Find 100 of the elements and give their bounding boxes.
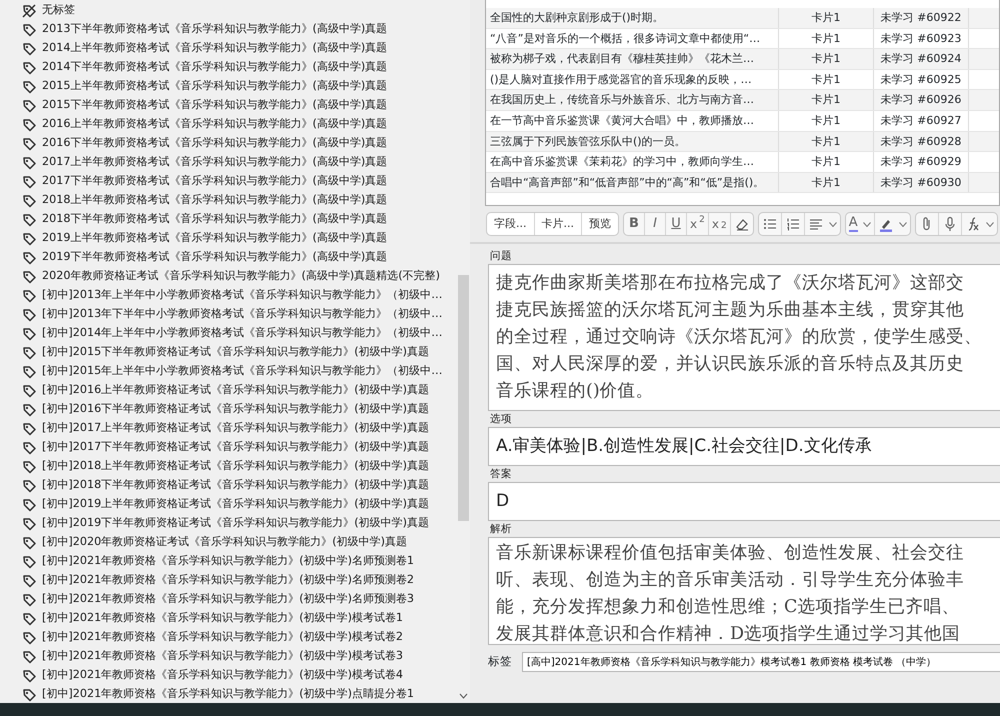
tag-item[interactable]: [初中]2019下半年教师资格证考试《音乐学科知识与教学能力》(初级中学)真题 (22, 514, 456, 533)
tag-icon (22, 668, 36, 682)
tag-item[interactable]: [初中]2018上半年教师资格证考试《音乐学科知识与教学能力》(初级中学)真题 (22, 457, 456, 476)
field-editor[interactable]: 音乐新课标课程价值包括审美体验、创造性发展、社会交往 听、表现、创造为主的音乐审美活动．引导学生充分体验丰 能，充分发挥想象力和创造性思维；C选项指学生已齐唱、 发展其群体意识和合作精神．D选项指学生通过学习其他国 (488, 537, 1000, 645)
scrollbar-thumb[interactable] (458, 275, 469, 521)
tag-item[interactable]: 2019下半年教师资格考试《音乐学科知识与教学能力》(高级中学)真题 (22, 248, 456, 267)
tag-item[interactable]: [初中]2021年教师资格《音乐学科知识与教学能力》(初级中学)模考试卷1 (22, 609, 456, 628)
tag-item[interactable]: [初中]2013年上半年中小学教师资格考试《音乐学科知识与教学能力》（初级中… (22, 286, 456, 305)
tag-icon (22, 536, 36, 550)
toolbar-button[interactable]: 字段... (487, 213, 534, 235)
tag-item[interactable]: 2015上半年教师资格考试《音乐学科知识与教学能力》(高级中学)真题 (22, 77, 456, 96)
toolbar-button[interactable]: U (666, 213, 687, 235)
tag-item[interactable]: [初中]2021年教师资格《音乐学科知识与教学能力》(初级中学)点睛提分卷1 (22, 685, 456, 704)
toolbar-button[interactable]: x$^{2}$ (687, 213, 709, 235)
tag-item[interactable]: 2014下半年教师资格考试《音乐学科知识与教学能力》(高级中学)真题 (22, 58, 456, 77)
status-cell: 未学习 #60922 (874, 8, 969, 28)
field-editor[interactable]: D (488, 482, 1000, 521)
card-type-cell: 卡片1 (779, 90, 874, 110)
tag-item[interactable]: [初中]2013年下半年中小学教师资格考试《音乐学科知识与教学能力》（初级中… (22, 305, 456, 324)
status-cell: 未学习 #60930 (874, 172, 969, 192)
card-type-cell: 卡片1 (779, 152, 874, 172)
card-type-cell: 卡片1 (779, 28, 874, 48)
toolbar-button[interactable]: A (846, 213, 875, 235)
tag-item[interactable]: [初中]2014年上半年中小学教师资格考试《音乐学科知识与教学能力》（初级中… (22, 324, 456, 343)
field-label: 问题 (490, 250, 513, 262)
tag-icon (22, 98, 36, 112)
tag-item[interactable]: 2016下半年教师资格考试《音乐学科知识与教学能力》(高级中学)真题 (22, 134, 456, 153)
bulleted-list-icon (762, 216, 778, 232)
field-text-line: 发展其群体意识和合作精神．D选项指学生通过学习其他国 (496, 623, 962, 644)
card-type-cell: 卡片1 (779, 49, 874, 69)
tag-item[interactable]: [初中]2021年教师资格《音乐学科知识与教学能力》(初级中学)模考试卷2 (22, 628, 456, 647)
tag-item[interactable]: [初中]2021年教师资格《音乐学科知识与教学能力》(初级中学)模考试卷4 (22, 666, 456, 685)
tag-icon (22, 592, 36, 606)
tag-item[interactable]: [初中]2017下半年教师资格证考试《音乐学科知识与教学能力》(初级中学)真题 (22, 438, 456, 457)
card-type-cell: 卡片1 (779, 132, 874, 152)
toolbar-button[interactable]: 卡片... (534, 213, 582, 235)
tags-field[interactable]: [高中]2021年教师资格《音乐学科知识与教学能力》模考试卷1 教师资格 模考试卷 （中学） (522, 652, 1000, 672)
tag-item[interactable]: 2020年教师资格证考试《音乐学科知识与教学能力》(高级中学)真题精选(不完整) (22, 267, 456, 286)
tag-icon (22, 118, 36, 132)
card-type-cell: 卡片1 (779, 8, 874, 28)
tag-icon (22, 156, 36, 170)
question-cell: 在一节高中音乐鉴赏课《黄河大合唱》中，教师播放… (486, 110, 779, 131)
tag-icon (22, 554, 36, 568)
tag-item[interactable]: 2018下半年教师资格考试《音乐学科知识与教学能力》(高级中学)真题 (22, 210, 456, 229)
tag-item[interactable]: 2019上半年教师资格考试《音乐学科知识与教学能力》(高级中学)真题 (22, 229, 456, 248)
field-editor[interactable]: A.审美体验|B.创造性发展|C.社会交往|D.文化传承 (488, 427, 1000, 466)
tag-icon (22, 440, 36, 454)
tag-icon (22, 232, 36, 246)
tag-item[interactable]: [初中]2015年上半年中小学教师资格考试《音乐学科知识与教学能力》（初级中… (22, 362, 456, 381)
field-text-line: 捷克作曲家斯美塔那在布拉格完成了《沃尔塔瓦河》这部交 (496, 272, 965, 295)
tag-icon (22, 136, 36, 150)
tag-item[interactable]: [初中]2020年教师资格证考试《音乐学科知识与教学能力》(初级中学)真题 (22, 533, 456, 552)
field-editor[interactable]: 捷克作曲家斯美塔那在布拉格完成了《沃尔塔瓦河》这部交 捷克民族摇篮的沃尔塔瓦河主题为乐曲基本主线，贯穿其他 的全过程，通过交响诗《沃尔塔瓦河》的欣赏，使学生感受、 国、对人民深厚的爱，并认识民族乐派的音乐特点及其历史 音乐课程的()价值。 (488, 264, 1000, 411)
question-cell: ()是人脑对直接作用于感觉器官的音乐现象的反映，… (486, 70, 779, 90)
field-text-line: D (496, 490, 510, 513)
tag-item[interactable]: [初中]2018下半年教师资格证考试《音乐学科知识与教学能力》(初级中学)真题 (22, 476, 456, 495)
tag-item[interactable]: 2017上半年教师资格考试《音乐学科知识与教学能力》(高级中学)真题 (22, 153, 456, 172)
status-cell: 未学习 #60923 (874, 28, 969, 48)
tag-item[interactable]: [初中]2019上半年教师资格证考试《音乐学科知识与教学能力》(初级中学)真题 (22, 495, 456, 514)
tag-icon (22, 498, 36, 512)
tag-item[interactable]: [初中]2021年教师资格《音乐学科知识与教学能力》(初级中学)名师预测卷3 (22, 590, 456, 609)
tag-icon (22, 326, 36, 340)
card-type-cell: 卡片1 (779, 70, 874, 90)
status-cell: 未学习 #60925 (874, 70, 969, 90)
tag-item[interactable]: [初中]2016上半年教师资格证考试《音乐学科知识与教学能力》(初级中学)真题 (22, 381, 456, 400)
tag-item[interactable]: [初中]2021年教师资格《音乐学科知识与教学能力》(初级中学)模考试卷3 (22, 647, 456, 666)
tag-item[interactable]: [初中]2016下半年教师资格证考试《音乐学科知识与教学能力》(初级中学)真题 (22, 400, 456, 419)
tag-item[interactable]: 2017下半年教师资格考试《音乐学科知识与教学能力》(高级中学)真题 (22, 172, 456, 191)
tag-item[interactable]: 2018上半年教师资格考试《音乐学科知识与教学能力》(高级中学)真题 (22, 191, 456, 210)
tag-item[interactable]: 2014上半年教师资格考试《音乐学科知识与教学能力》(高级中学)真题 (22, 39, 456, 58)
toolbar-button[interactable]: x$_{2}$ (708, 213, 731, 235)
tag-icon (22, 612, 36, 626)
toolbar-button[interactable]: 预览 (582, 213, 618, 235)
tag-icon (22, 402, 36, 416)
tag-item[interactable]: 无标签 (22, 1, 456, 20)
field-text-line: 捷克民族摇篮的沃尔塔瓦河主题为乐曲基本主线，贯穿其他 (496, 299, 965, 322)
status-cell: 未学习 #60927 (874, 110, 969, 131)
question-cell: 被称为梆子戏，代表剧目有《穆桂英挂帅》《花木兰… (486, 49, 779, 69)
tag-icon (22, 60, 36, 74)
tag-icon (22, 688, 36, 702)
tag-icon (22, 516, 36, 530)
scroll-down-icon[interactable] (459, 693, 468, 699)
tag-icon (22, 250, 36, 264)
tag-item[interactable]: 2016上半年教师资格考试《音乐学科知识与教学能力》(高级中学)真题 (22, 115, 456, 134)
tag-item[interactable]: 2013下半年教师资格考试《音乐学科知识与教学能力》(高级中学)真题 (22, 20, 456, 39)
field-label: 解析 (490, 523, 513, 535)
field-text-line: 能，充分发挥想象力和创造性思维；C选项指学生已齐唱、 (496, 596, 960, 619)
tag-item[interactable]: [初中]2021年教师资格《音乐学科知识与教学能力》(初级中学)名师预测卷2 (22, 571, 456, 590)
tag-item[interactable]: 2015下半年教师资格考试《音乐学科知识与教学能力》(高级中学)真题 (22, 96, 456, 115)
tag-icon (22, 308, 36, 322)
toolbar-button[interactable]: I (645, 213, 666, 235)
tag-item[interactable]: [初中]2015下半年教师资格证考试《音乐学科知识与教学能力》(初级中学)真题 (22, 343, 456, 362)
tag-icon (22, 460, 36, 474)
toolbar-button[interactable]: B (624, 213, 645, 235)
tag-icon (22, 22, 36, 36)
card-type-cell: 卡片1 (779, 110, 874, 131)
tag-item[interactable]: [初中]2017上半年教师资格证考试《音乐学科知识与教学能力》(初级中学)真题 (22, 419, 456, 438)
tag-item[interactable]: [初中]2021年教师资格《音乐学科知识与教学能力》(初级中学)名师预测卷1 (22, 552, 456, 571)
crossed-tag-icon (22, 4, 36, 18)
tag-icon (22, 194, 36, 208)
